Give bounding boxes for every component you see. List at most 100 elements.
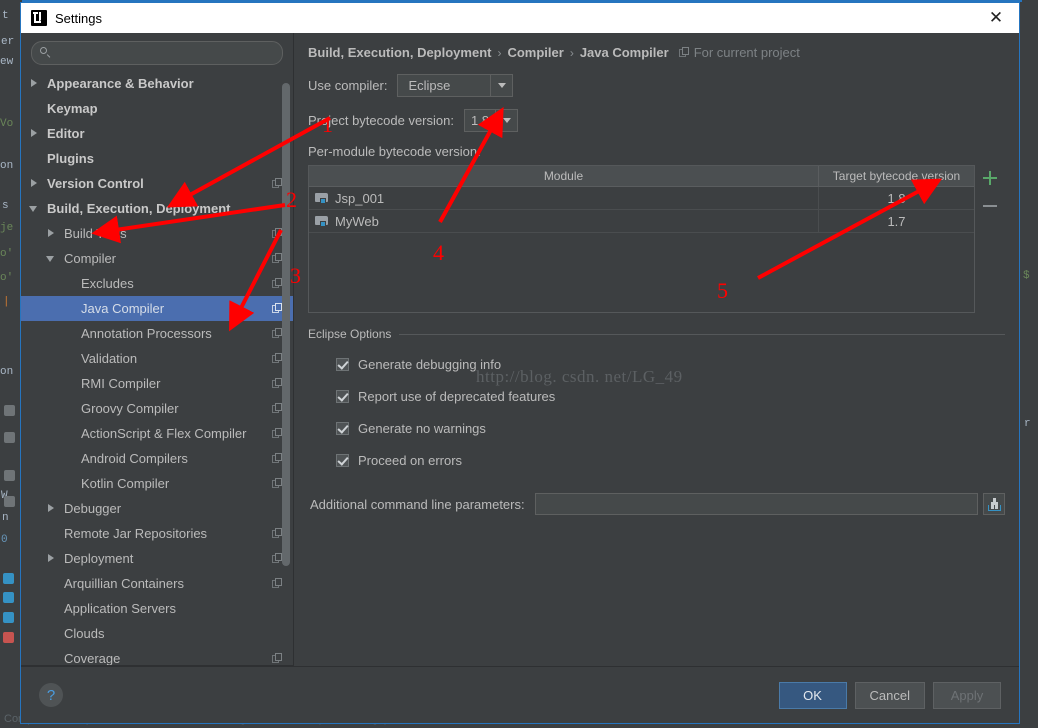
sidebar-item-build-execution-deployment[interactable]: Build, Execution, Deployment — [21, 196, 293, 221]
sidebar-item-clouds[interactable]: Clouds — [21, 621, 293, 646]
checkbox-proceed-on-errors[interactable]: Proceed on errors — [336, 451, 1005, 469]
cancel-button[interactable]: Cancel — [854, 681, 925, 709]
checkbox-box[interactable] — [336, 357, 349, 371]
target-bytecode-cell[interactable]: 1.8 — [818, 186, 974, 210]
checkbox-box[interactable] — [336, 421, 349, 435]
chevron-right-icon[interactable] — [46, 553, 57, 564]
sidebar-item-version-control[interactable]: Version Control — [21, 171, 293, 196]
close-icon[interactable]: ✕ — [973, 3, 1019, 33]
sidebar-item-validation[interactable]: Validation — [21, 346, 293, 371]
background-gutter-icon — [4, 405, 15, 416]
remove-module-button[interactable] — [980, 196, 1000, 216]
sidebar-item-plugins[interactable]: Plugins — [21, 146, 293, 171]
background-code-fragment: on — [0, 366, 14, 378]
copy-icon[interactable] — [678, 47, 690, 58]
sidebar-item-build-tools[interactable]: Build Tools — [21, 221, 293, 246]
use-compiler-select[interactable]: Eclipse — [397, 74, 514, 97]
sidebar-item-android-compilers[interactable]: Android Compilers — [21, 446, 293, 471]
sidebar-item-appearance-behavior[interactable]: Appearance & Behavior — [21, 71, 293, 96]
checkbox-report-use-of-deprecated-features[interactable]: Report use of deprecated features — [336, 387, 1005, 405]
dialog-footer: ? OK Cancel Apply — [21, 666, 1019, 723]
background-code-fragment: | — [3, 296, 10, 308]
background-code-fragment: $ — [1023, 270, 1030, 282]
per-module-table-wrapper: Module Target bytecode version Jsp_001 1.… — [308, 165, 975, 313]
additional-params-label: Additional command line parameters: — [310, 496, 525, 512]
sidebar-item-deployment[interactable]: Deployment — [21, 546, 293, 571]
breadcrumb-part-1[interactable]: Compiler — [507, 45, 563, 60]
additional-params-input[interactable] — [534, 493, 978, 515]
breadcrumb-part-2[interactable]: Java Compiler — [580, 45, 669, 60]
java-compiler-panel: Build, Execution, Deployment › Compiler … — [294, 33, 1019, 666]
help-icon[interactable]: ? — [39, 683, 63, 707]
background-code-fragment: je — [0, 222, 14, 234]
background-ide-left-edge: terewVoonsjeo'o'|onWn0 — [0, 0, 22, 728]
sidebar-item-label: Compiler — [64, 251, 117, 266]
chevron-down-icon[interactable] — [46, 253, 57, 264]
sidebar-item-label: Groovy Compiler — [81, 401, 179, 416]
background-warning-icon — [3, 573, 14, 584]
checkbox-box[interactable] — [336, 389, 349, 403]
sidebar-item-keymap[interactable]: Keymap — [21, 96, 293, 121]
macro-insert-icon[interactable] — [983, 493, 1005, 515]
table-row[interactable]: MyWeb 1.7 — [309, 209, 974, 233]
search-box[interactable] — [31, 41, 283, 65]
column-header-target-bytecode[interactable]: Target bytecode version — [818, 166, 974, 187]
background-code-fragment: ew — [0, 56, 14, 68]
search-icon — [40, 47, 52, 59]
column-header-module[interactable]: Module — [309, 166, 819, 187]
settings-tree[interactable]: Appearance & Behavior Keymap Editor Plugins… — [21, 71, 293, 666]
scope-label: For current project — [693, 45, 800, 60]
sidebar-item-editor[interactable]: Editor — [21, 121, 293, 146]
chevron-down-icon[interactable] — [495, 110, 517, 131]
sidebar-item-application-servers[interactable]: Application Servers — [21, 596, 293, 621]
chevron-right-icon[interactable] — [29, 178, 40, 189]
sidebar-item-java-compiler[interactable]: Java Compiler — [21, 296, 293, 321]
ok-button[interactable]: OK — [778, 681, 847, 709]
sidebar-item-annotation-processors[interactable]: Annotation Processors — [21, 321, 293, 346]
background-gutter-icon — [4, 470, 15, 481]
target-bytecode-cell[interactable]: 1.7 — [818, 209, 974, 233]
table-row[interactable]: Jsp_001 1.8 — [309, 186, 974, 210]
chevron-right-icon[interactable] — [46, 228, 57, 239]
breadcrumb-part-0[interactable]: Build, Execution, Deployment — [308, 45, 491, 60]
checkbox-box[interactable] — [336, 453, 349, 467]
chevron-down-icon[interactable] — [29, 203, 40, 214]
sidebar-item-remote-jar-repositories[interactable]: Remote Jar Repositories — [21, 521, 293, 546]
sidebar-item-groovy-compiler[interactable]: Groovy Compiler — [21, 396, 293, 421]
apply-button[interactable]: Apply — [933, 681, 1001, 709]
sidebar-item-rmi-compiler[interactable]: RMI Compiler — [21, 371, 293, 396]
per-module-table-area: Module Target bytecode version Jsp_001 1.… — [308, 165, 1005, 313]
background-code-fragment: er — [1, 36, 15, 48]
sidebar-item-actionscript-flex-compiler[interactable]: ActionScript & Flex Compiler — [21, 421, 293, 446]
search-input[interactable] — [58, 45, 274, 61]
chevron-down-icon[interactable] — [490, 75, 512, 96]
checkbox-generate-debugging-info[interactable]: Generate debugging info — [336, 355, 1005, 373]
chevron-right-icon[interactable] — [29, 78, 40, 89]
sidebar-item-label: Coverage — [64, 651, 121, 666]
sidebar-item-kotlin-compiler[interactable]: Kotlin Compiler — [21, 471, 293, 496]
sidebar-item-label: Java Compiler — [81, 301, 165, 316]
sidebar-item-arquillian-containers[interactable]: Arquillian Containers — [21, 571, 293, 596]
divider — [399, 333, 1005, 335]
background-code-fragment: Vo — [0, 118, 14, 130]
sidebar-item-debugger[interactable]: Debugger — [21, 496, 293, 521]
chevron-right-icon[interactable] — [29, 128, 40, 139]
copy-icon[interactable] — [272, 578, 283, 589]
add-module-button[interactable] — [980, 168, 1000, 188]
sidebar-item-excludes[interactable]: Excludes — [21, 271, 293, 296]
use-compiler-value: Eclipse — [408, 78, 451, 93]
project-bytecode-select[interactable]: 1.8 — [463, 109, 519, 132]
use-compiler-label: Use compiler: — [308, 78, 388, 93]
copy-icon[interactable] — [272, 653, 283, 664]
sidebar-item-compiler[interactable]: Compiler — [21, 246, 293, 271]
sidebar-scrollbar[interactable] — [282, 83, 290, 566]
checkbox-generate-no-warnings[interactable]: Generate no warnings — [336, 419, 1005, 437]
breadcrumb-separator: › — [569, 45, 574, 60]
chevron-right-icon[interactable] — [46, 503, 57, 514]
sidebar-item-coverage[interactable]: Coverage — [21, 646, 293, 666]
